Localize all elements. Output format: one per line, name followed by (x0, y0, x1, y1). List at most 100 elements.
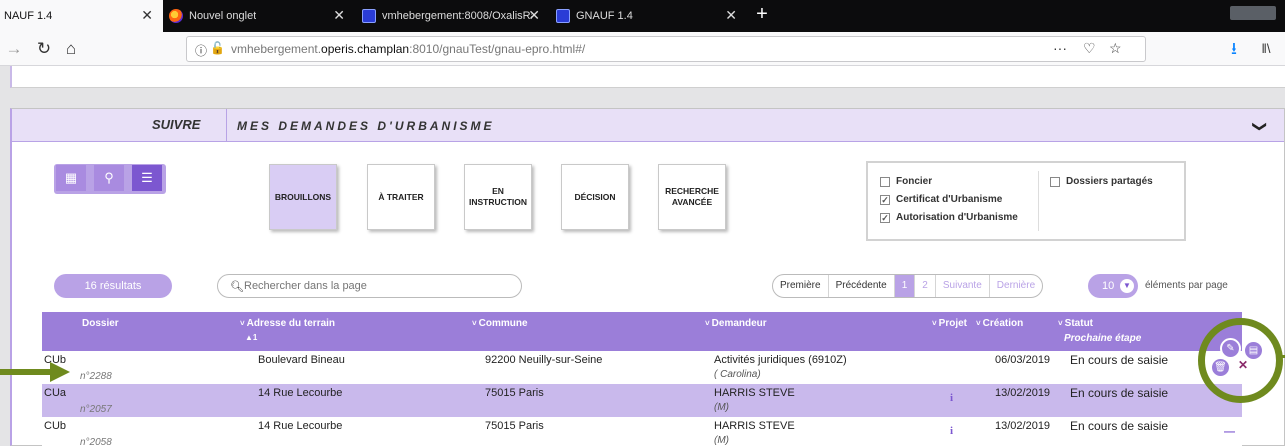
tab-oxalis[interactable]: vmhebergement:8008/OxalisRa ✕ (358, 0, 550, 32)
recherche-avancee-button[interactable]: RECHERCHE AVANCÉE (658, 164, 726, 230)
row-menu-icon[interactable]: — (1224, 426, 1235, 438)
creation-cell: 06/03/2019 (995, 354, 1051, 366)
search-input[interactable] (244, 278, 504, 294)
certificat-urbanisme-checkbox[interactable]: ✓ Certificat d'Urbanisme (880, 194, 1002, 205)
col-commune[interactable]: ˅ Commune (472, 318, 528, 329)
library-icon[interactable]: ǁ\ (1256, 39, 1276, 59)
col-adresse[interactable]: ˅ Adresse du terrain (240, 318, 335, 329)
list-icon[interactable]: ☰ (132, 165, 162, 191)
insecure-lock-icon: 🔓 (210, 41, 225, 55)
chevron-down-icon: ▼ (1120, 279, 1134, 293)
checkbox-checked[interactable]: ✓ (880, 212, 890, 223)
close-icon[interactable]: ✕ (528, 8, 540, 22)
pocket-icon[interactable]: ♡ (1083, 40, 1096, 57)
demandeur-cell: HARRIS STEVE (714, 387, 795, 399)
page-1-button[interactable]: 1 (894, 275, 916, 297)
page-title: MES DEMANDES D'URBANISME (237, 119, 495, 133)
checkbox-checked[interactable]: ✓ (880, 194, 890, 205)
top-strip (10, 66, 1285, 88)
col-projet[interactable]: ˅ Projet (932, 318, 967, 329)
checkbox[interactable] (1050, 176, 1060, 187)
grid-icon[interactable]: ▦ (56, 165, 86, 191)
demandeur-cell: Activités juridiques (6910Z) (714, 354, 847, 366)
opera-icon (556, 9, 570, 23)
tab-title: NAUF 1.4 (4, 10, 53, 22)
delete-icon[interactable]: 🗑 (1210, 357, 1231, 378)
col-dossier[interactable]: Dossier (82, 318, 119, 329)
statut-cell: En cours de saisie (1070, 386, 1169, 400)
opera-icon (362, 9, 376, 23)
search-box[interactable]: 🔍︎ (217, 274, 522, 298)
map-pin-icon[interactable]: ⚲ (94, 165, 124, 191)
browser-nav-bar: → ↻ ⌂ ⓘ 🔓 vmhebergement.operis.champlan:… (0, 32, 1285, 66)
address-bar[interactable]: ⓘ 🔓 vmhebergement.operis.champlan:8010/g… (186, 36, 1146, 62)
info-icon[interactable]: ⓘ (195, 42, 207, 59)
brouillons-button[interactable]: BROUILLONS (269, 164, 337, 230)
creation-cell: 13/02/2019 (995, 387, 1051, 399)
next-page-button[interactable]: Suivante (936, 275, 990, 297)
foncier-checkbox[interactable]: Foncier (880, 176, 932, 187)
close-icon[interactable]: ✕ (725, 8, 737, 22)
last-page-button[interactable]: Dernière (990, 275, 1042, 297)
filter-box: Foncier ✓ Certificat d'Urbanisme ✓ Autor… (866, 161, 1186, 241)
download-icon[interactable]: ⭳ (1225, 39, 1243, 59)
search-icon: 🔍︎ (230, 281, 244, 293)
pagination: Première Précédente 1 2 Suivante Dernièr… (772, 274, 1044, 298)
page-content: SUIVRE MES DEMANDES D'URBANISME ❯ ▦ ⚲ ☰ … (0, 66, 1285, 446)
commune-cell: 75015 Paris (485, 387, 544, 399)
collapse-chevron-icon[interactable]: ❯ (1252, 121, 1269, 133)
browser-tab-bar: NAUF 1.4 ✕ Nouvel onglet ✕ vmhebergement… (0, 0, 1285, 32)
per-page-label: éléments par page (1145, 280, 1228, 291)
statut-cell: En cours de saisie (1070, 353, 1169, 367)
adresse-cell: Boulevard Bineau (258, 354, 345, 366)
info-icon[interactable]: i (950, 392, 953, 404)
checkbox-label: Dossiers partagés (1066, 176, 1153, 187)
autorisation-urbanisme-checkbox[interactable]: ✓ Autorisation d'Urbanisme (880, 212, 1018, 223)
page-actions-icon[interactable]: ··· (1053, 40, 1067, 56)
results-count: 16 résultats (54, 274, 172, 298)
table-row[interactable]: CUb n°2058 14 Rue Lecourbe 75015 Paris H… (42, 417, 1242, 446)
demandeur-detail: (M) (714, 402, 729, 413)
tab-nouvel-onglet[interactable]: Nouvel onglet ✕ (165, 0, 355, 32)
sort-indicator: ▲1 (245, 333, 258, 342)
close-icon[interactable]: ✕ (333, 8, 345, 22)
page-2-button[interactable]: 2 (915, 275, 936, 297)
header-separator (226, 109, 227, 142)
decision-button[interactable]: DÉCISION (561, 164, 629, 230)
first-page-button[interactable]: Première (773, 275, 829, 297)
filter-divider (1038, 171, 1039, 231)
url-text: vmhebergement.operis.champlan:8010/gnauT… (231, 42, 586, 56)
demandeur-cell: HARRIS STEVE (714, 420, 795, 432)
info-icon[interactable]: i (950, 425, 953, 437)
statut-cell: En cours de saisie (1070, 419, 1169, 433)
commune-cell: 92200 Neuilly-sur-Seine (485, 354, 603, 366)
per-page-select[interactable]: 10 ▼ (1088, 274, 1138, 298)
annotation-ring-tail (1277, 355, 1285, 358)
col-statut[interactable]: ˅ Statut (1058, 318, 1093, 329)
close-icon[interactable]: ✕ (1238, 358, 1248, 372)
creation-cell: 13/02/2019 (995, 420, 1051, 432)
col-demandeur[interactable]: ˅ Demandeur (705, 318, 767, 329)
annotation-arrow (0, 362, 70, 382)
checkbox[interactable] (880, 176, 890, 187)
en-instruction-button[interactable]: EN INSTRUCTION (464, 164, 532, 230)
dossiers-partages-checkbox[interactable]: Dossiers partagés (1050, 176, 1153, 187)
close-icon[interactable]: ✕ (141, 8, 153, 22)
edit-icon[interactable]: ✎ (1220, 338, 1241, 359)
checkbox-label: Autorisation d'Urbanisme (896, 212, 1018, 223)
col-prochaine-etape: Prochaine étape (1064, 333, 1142, 344)
tab-nauf[interactable]: NAUF 1.4 ✕ (0, 0, 163, 32)
reload-icon[interactable]: ↻ (35, 39, 53, 59)
a-traiter-button[interactable]: À TRAITER (367, 164, 435, 230)
home-icon[interactable]: ⌂ (61, 39, 81, 59)
forward-icon[interactable]: → (5, 39, 23, 59)
previous-page-button[interactable]: Précédente (829, 275, 895, 297)
bookmark-star-icon[interactable]: ☆ (1109, 40, 1122, 57)
dossier-number: n°2058 (80, 437, 112, 446)
new-tab-button[interactable]: + (752, 4, 772, 24)
col-creation[interactable]: ˅ Création (976, 318, 1023, 329)
table-row[interactable]: CUa n°2057 14 Rue Lecourbe 75015 Paris H… (42, 384, 1242, 417)
window-control[interactable] (1230, 6, 1276, 20)
tab-gnauf[interactable]: GNAUF 1.4 ✕ (552, 0, 747, 32)
table-row[interactable]: CUb n°2288 Boulevard Bineau 92200 Neuill… (42, 351, 1242, 384)
